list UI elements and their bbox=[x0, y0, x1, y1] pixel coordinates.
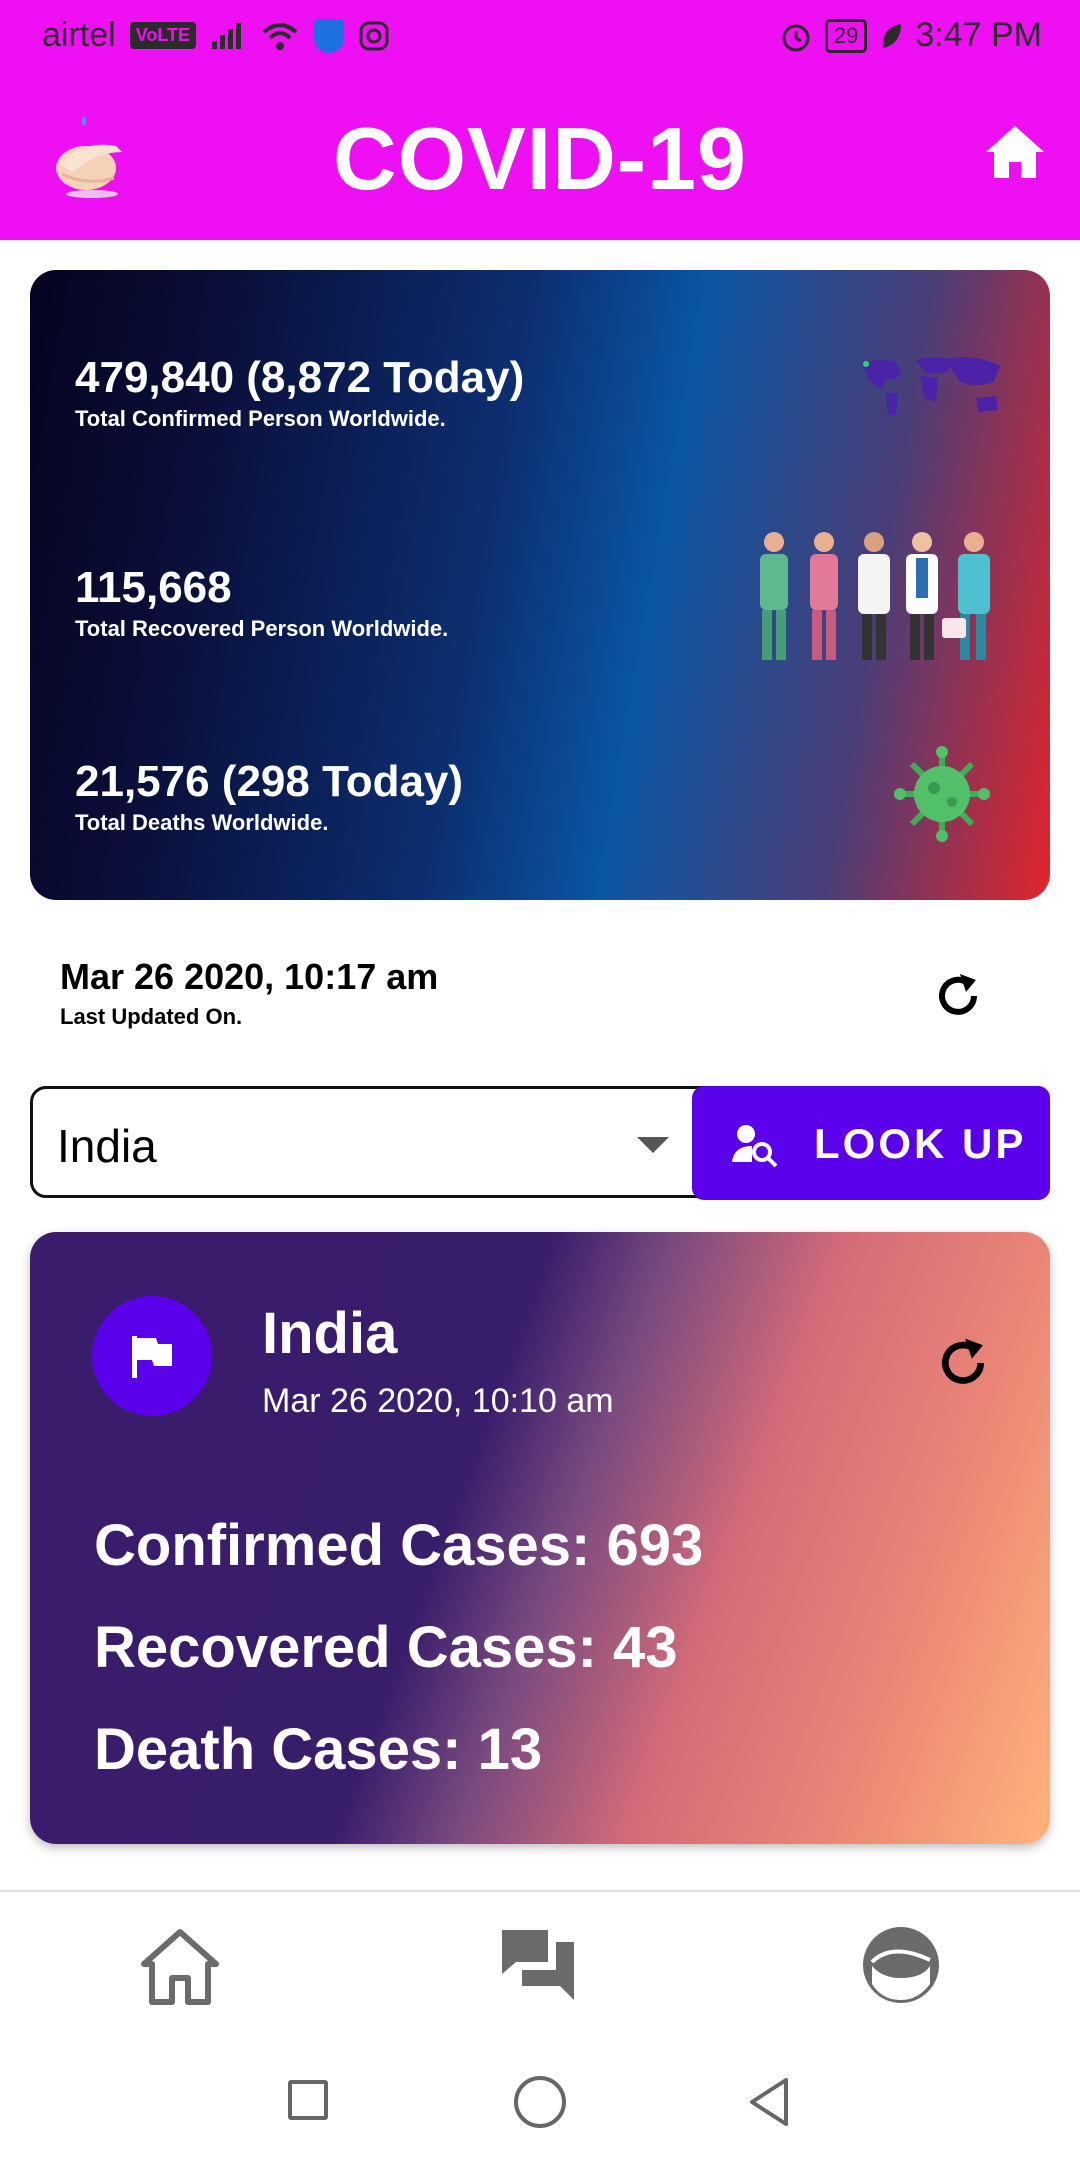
lookup-button[interactable]: LOOK UP bbox=[692, 1086, 1050, 1200]
world-recovered-label: Total Recovered Person Worldwide. bbox=[75, 616, 449, 641]
avatar-icon[interactable] bbox=[862, 1926, 940, 2004]
chat-icon[interactable] bbox=[496, 1926, 580, 2006]
death-cases: Death Cases: 13 bbox=[94, 1717, 543, 1782]
app-bar: COVID-19 bbox=[0, 72, 1080, 240]
country-name: India bbox=[262, 1301, 398, 1366]
country-dropdown[interactable]: India bbox=[30, 1086, 730, 1198]
dropdown-arrow-icon[interactable] bbox=[637, 1137, 669, 1153]
system-navigation bbox=[0, 2040, 1080, 2160]
lookup-button-label: LOOK UP bbox=[814, 1120, 1027, 1167]
flag-avatar bbox=[92, 1296, 212, 1416]
flag-icon bbox=[132, 1336, 172, 1378]
shield-icon bbox=[314, 18, 345, 53]
search-user-icon bbox=[732, 1125, 778, 1168]
world-map-icon bbox=[862, 357, 1000, 416]
world-confirmed: 479,840 (8,872 Today) Total Confirmed Pe… bbox=[75, 352, 524, 434]
carrier-name: airtel bbox=[42, 16, 116, 54]
signal-icon bbox=[212, 22, 242, 49]
country-dropdown-value: India bbox=[57, 1120, 157, 1172]
country-updated-date: Mar 26 2020, 10:10 am bbox=[262, 1382, 614, 1420]
world-stats-card: 479,840 (8,872 Today) Total Confirmed Pe… bbox=[30, 270, 1050, 900]
recent-apps-icon[interactable] bbox=[288, 2080, 328, 2120]
wifi-icon bbox=[262, 22, 298, 50]
confirmed-cases: Confirmed Cases: 693 bbox=[94, 1513, 704, 1578]
clock: 3:47 PM bbox=[915, 16, 1042, 54]
alarm-icon bbox=[782, 24, 810, 51]
world-deaths-value: 21,576 (298 Today) bbox=[75, 757, 464, 806]
app-title: COVID-19 bbox=[333, 109, 747, 208]
leaf-icon bbox=[883, 23, 902, 48]
last-updated-label: Last Updated On. bbox=[60, 1004, 243, 1029]
doctors-illustration-icon bbox=[760, 532, 990, 660]
status-bar: airtel VoLTE 29 3:47 PM bbox=[0, 0, 1080, 72]
refresh-icon[interactable] bbox=[932, 1332, 994, 1394]
world-confirmed-label: Total Confirmed Person Worldwide. bbox=[75, 406, 446, 431]
battery-indicator: 29 bbox=[824, 18, 868, 53]
world-recovered-value: 115,668 bbox=[75, 563, 232, 612]
refresh-icon[interactable] bbox=[930, 968, 986, 1024]
world-deaths-label: Total Deaths Worldwide. bbox=[75, 810, 329, 835]
home-circle-icon[interactable] bbox=[514, 2076, 566, 2128]
virus-icon bbox=[894, 746, 990, 842]
recovered-cases: Recovered Cases: 43 bbox=[94, 1615, 678, 1680]
world-confirmed-value: 479,840 (8,872 Today) bbox=[75, 353, 525, 402]
last-updated-value: Mar 26 2020, 10:17 am bbox=[60, 956, 439, 997]
back-icon[interactable] bbox=[746, 2076, 792, 2128]
world-deaths: 21,576 (298 Today) Total Deaths Worldwid… bbox=[75, 756, 463, 838]
home-nav-icon[interactable] bbox=[140, 1926, 220, 2006]
instagram-icon bbox=[359, 21, 389, 50]
bottom-navigation bbox=[0, 1890, 1080, 2042]
world-recovered: 115,668 Total Recovered Person Worldwide… bbox=[75, 562, 448, 644]
volte-badge: VoLTE bbox=[129, 22, 197, 49]
country-stats-card: India Mar 26 2020, 10:10 am Confirmed Ca… bbox=[30, 1232, 1050, 1844]
home-icon[interactable] bbox=[984, 124, 1046, 180]
